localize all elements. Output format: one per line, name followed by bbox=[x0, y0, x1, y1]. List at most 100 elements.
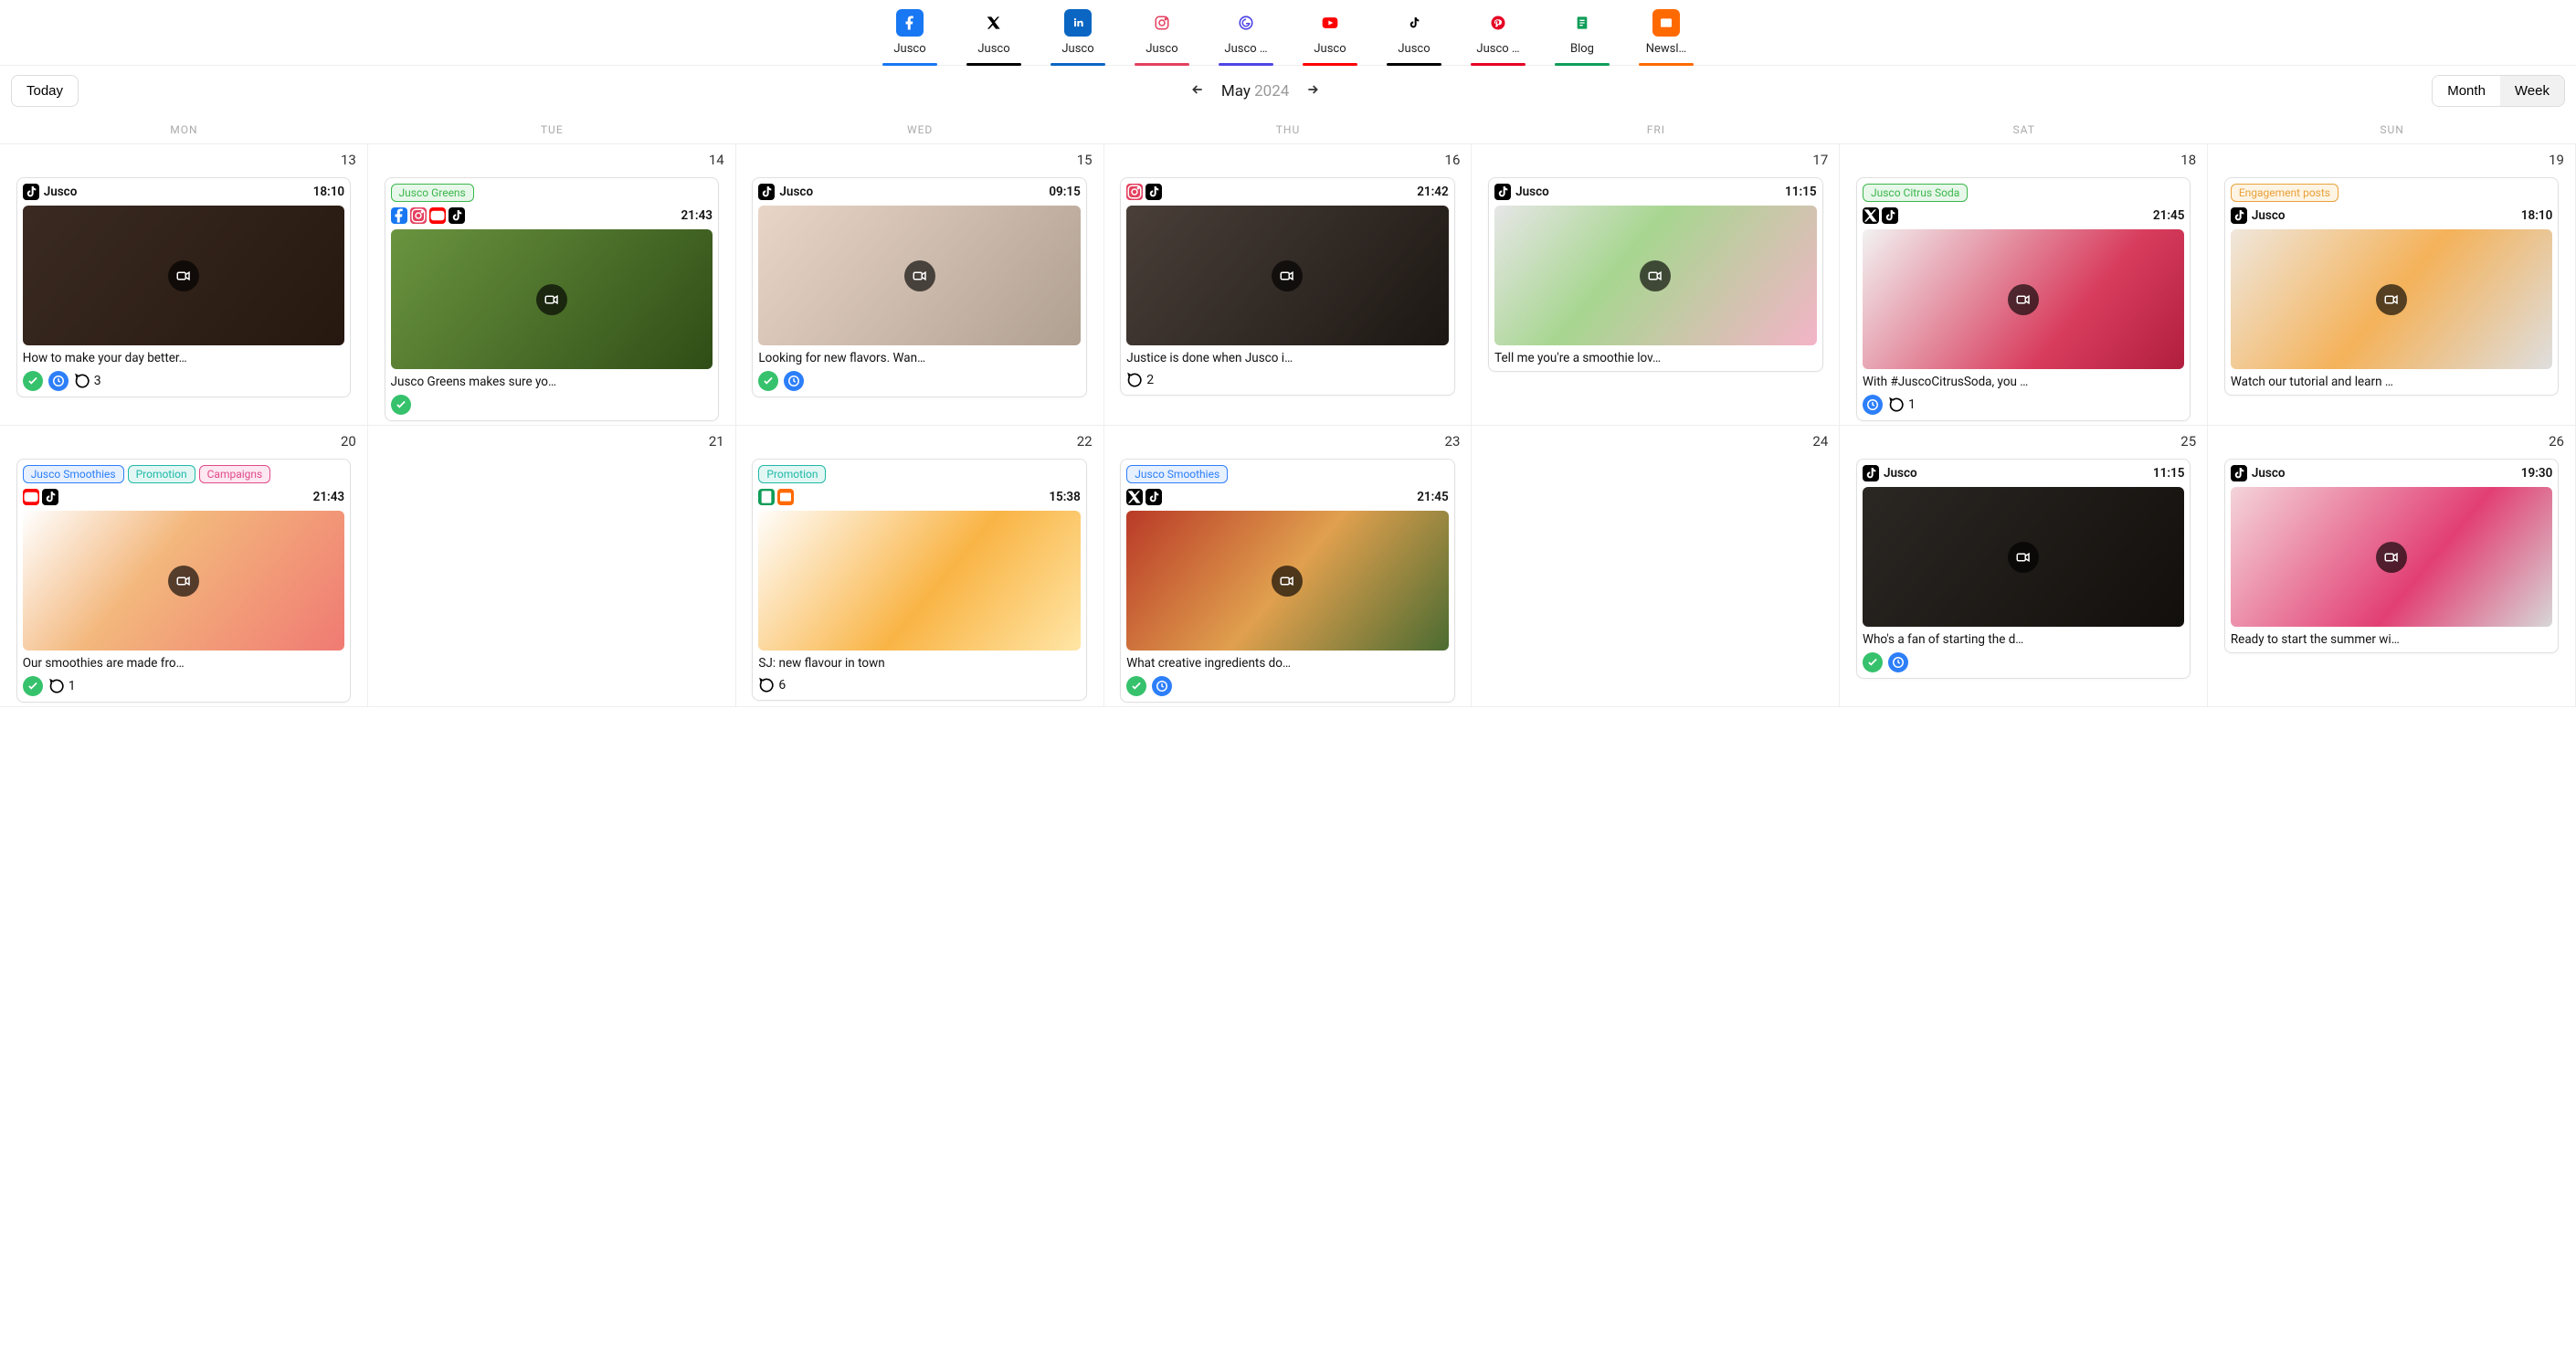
post-time: 21:43 bbox=[681, 208, 713, 223]
calendar-cell[interactable]: 14Jusco Greens21:43Jusco Greens makes su… bbox=[368, 144, 736, 426]
status-clock-icon bbox=[784, 371, 804, 391]
calendar-cell[interactable]: 23Jusco Smoothies21:45What creative ingr… bbox=[1104, 426, 1473, 707]
prev-month-button[interactable] bbox=[1190, 82, 1205, 100]
calendar-cell[interactable]: 25Jusco11:15Who's a fan of starting the … bbox=[1840, 426, 2208, 707]
channel-label: Jusco … bbox=[1224, 42, 1267, 56]
card-header: Jusco 11:15 bbox=[1494, 184, 1816, 200]
tag-campaigns: Campaigns bbox=[199, 465, 271, 483]
card-footer: 1 bbox=[23, 676, 344, 696]
calendar-cell[interactable]: 22Promotion15:38SJ: new flavour in town6 bbox=[736, 426, 1104, 707]
channel-linkedin[interactable]: Jusco bbox=[1050, 9, 1105, 63]
tag-jusco_smoothies: Jusco Smoothies bbox=[23, 465, 124, 483]
post-time: 11:15 bbox=[1785, 185, 1817, 199]
post-time: 21:42 bbox=[1417, 185, 1449, 199]
account-name: Jusco bbox=[2252, 208, 2286, 223]
tiktok-icon bbox=[2231, 465, 2247, 481]
today-button[interactable]: Today bbox=[11, 75, 79, 107]
day-number: 17 bbox=[1477, 148, 1833, 177]
channel-google[interactable]: Jusco … bbox=[1219, 9, 1273, 63]
post-card[interactable]: Jusco18:10How to make your day better…3 bbox=[16, 177, 351, 397]
account-name: Jusco bbox=[1515, 185, 1549, 199]
comment-count: 1 bbox=[1888, 396, 1916, 414]
calendar-cell[interactable]: 24 bbox=[1472, 426, 1840, 707]
card-header: 21:45 bbox=[1126, 489, 1448, 505]
post-time: 21:45 bbox=[1417, 490, 1449, 504]
channel-label: Jusco bbox=[1314, 42, 1346, 56]
calendar-cell[interactable]: 19Engagement postsJusco18:10Watch our tu… bbox=[2208, 144, 2576, 426]
channel-facebook[interactable]: Jusco bbox=[882, 9, 937, 63]
card-header: 15:38 bbox=[758, 489, 1080, 505]
card-tags: Jusco Smoothies bbox=[1126, 465, 1448, 483]
card-tags: Jusco SmoothiesPromotionCampaigns bbox=[23, 465, 344, 483]
post-card[interactable]: Jusco Smoothies21:45What creative ingred… bbox=[1120, 459, 1454, 703]
post-time: 18:10 bbox=[313, 185, 345, 199]
video-icon bbox=[2376, 542, 2407, 573]
card-header: Jusco 18:10 bbox=[2231, 207, 2552, 224]
day-number: 19 bbox=[2213, 148, 2570, 177]
tiktok-icon bbox=[42, 489, 58, 505]
post-caption: Our smoothies are made fro… bbox=[23, 656, 344, 671]
week-view-button[interactable]: Week bbox=[2500, 76, 2564, 106]
channel-tiktok[interactable]: Jusco bbox=[1387, 9, 1441, 63]
status-clock-icon bbox=[48, 371, 69, 391]
comment-count: 1 bbox=[48, 677, 76, 695]
doc-icon bbox=[758, 489, 775, 505]
post-card[interactable]: Jusco Citrus Soda21:45With #JuscoCitrusS… bbox=[1856, 177, 2191, 421]
tiktok-icon bbox=[1494, 184, 1511, 200]
channel-label: Jusco bbox=[893, 42, 925, 56]
post-card[interactable]: Promotion15:38SJ: new flavour in town6 bbox=[752, 459, 1086, 701]
next-month-button[interactable] bbox=[1305, 82, 1320, 100]
facebook-icon bbox=[391, 207, 407, 224]
facebook-icon bbox=[896, 9, 924, 37]
channel-pinterest[interactable]: Jusco … bbox=[1471, 9, 1526, 63]
tag-jusco_citrus: Jusco Citrus Soda bbox=[1863, 184, 1968, 202]
post-card[interactable]: Jusco Greens21:43Jusco Greens makes sure… bbox=[385, 177, 719, 421]
post-card[interactable]: 21:42Justice is done when Jusco i…2 bbox=[1120, 177, 1454, 396]
calendar-cell[interactable]: 13Jusco18:10How to make your day better…… bbox=[0, 144, 368, 426]
card-footer bbox=[391, 395, 713, 415]
instagram-icon bbox=[1148, 9, 1176, 37]
calendar-cell[interactable]: 26Jusco19:30Ready to start the summer wi… bbox=[2208, 426, 2576, 707]
post-card[interactable]: Jusco11:15Tell me you're a smoothie lov… bbox=[1488, 177, 1822, 372]
calendar-cell[interactable]: 17Jusco11:15Tell me you're a smoothie lo… bbox=[1472, 144, 1840, 426]
card-tags: Jusco Citrus Soda bbox=[1863, 184, 2184, 202]
calendar-cell[interactable]: 15Jusco09:15Looking for new flavors. Wan… bbox=[736, 144, 1104, 426]
post-thumbnail bbox=[1863, 229, 2184, 369]
post-time: 18:10 bbox=[2521, 208, 2553, 223]
card-footer: 6 bbox=[758, 676, 1080, 694]
calendar-cell[interactable]: 20Jusco SmoothiesPromotionCampaigns21:43… bbox=[0, 426, 368, 707]
channel-youtube[interactable]: Jusco bbox=[1303, 9, 1357, 63]
video-icon bbox=[1272, 260, 1303, 291]
post-time: 21:43 bbox=[313, 490, 345, 504]
post-card[interactable]: Jusco09:15Looking for new flavors. Wan… bbox=[752, 177, 1086, 397]
channel-instagram[interactable]: Jusco bbox=[1135, 9, 1189, 63]
card-header: 21:42 bbox=[1126, 184, 1448, 200]
post-card[interactable]: Engagement postsJusco18:10Watch our tuto… bbox=[2224, 177, 2559, 396]
post-thumbnail bbox=[758, 206, 1080, 345]
weekday-label: TUE bbox=[368, 116, 736, 143]
x-icon bbox=[1863, 207, 1879, 224]
calendar-cell[interactable]: 18Jusco Citrus Soda21:45With #JuscoCitru… bbox=[1840, 144, 2208, 426]
month-view-button[interactable]: Month bbox=[2433, 76, 2500, 106]
post-card[interactable]: Jusco11:15Who's a fan of starting the d… bbox=[1856, 459, 2191, 679]
video-icon bbox=[168, 260, 199, 291]
post-caption: Jusco Greens makes sure yo… bbox=[391, 375, 713, 389]
post-caption: Looking for new flavors. Wan… bbox=[758, 351, 1080, 365]
tag-promotion: Promotion bbox=[128, 465, 195, 483]
linkedin-icon bbox=[1064, 9, 1092, 37]
post-card[interactable]: Jusco SmoothiesPromotionCampaigns 21:43 Ou… bbox=[16, 459, 351, 703]
status-check-icon bbox=[1863, 652, 1883, 672]
tiktok-icon bbox=[449, 207, 465, 224]
channel-doc[interactable]: Blog bbox=[1555, 9, 1610, 63]
channel-x[interactable]: Jusco bbox=[966, 9, 1021, 63]
channel-mail[interactable]: Newsl… bbox=[1639, 9, 1694, 63]
card-tags: Engagement posts bbox=[2231, 184, 2552, 202]
calendar-cell[interactable]: 21 bbox=[368, 426, 736, 707]
tiktok-icon bbox=[1863, 465, 1879, 481]
calendar-grid: 13Jusco18:10How to make your day better…… bbox=[0, 144, 2576, 707]
tag-jusco_smoothies: Jusco Smoothies bbox=[1126, 465, 1228, 483]
calendar-cell[interactable]: 1621:42Justice is done when Jusco i…2 bbox=[1104, 144, 1473, 426]
day-number: 26 bbox=[2213, 429, 2570, 459]
post-card[interactable]: Jusco19:30Ready to start the summer wi… bbox=[2224, 459, 2559, 653]
post-thumbnail bbox=[2231, 487, 2552, 627]
